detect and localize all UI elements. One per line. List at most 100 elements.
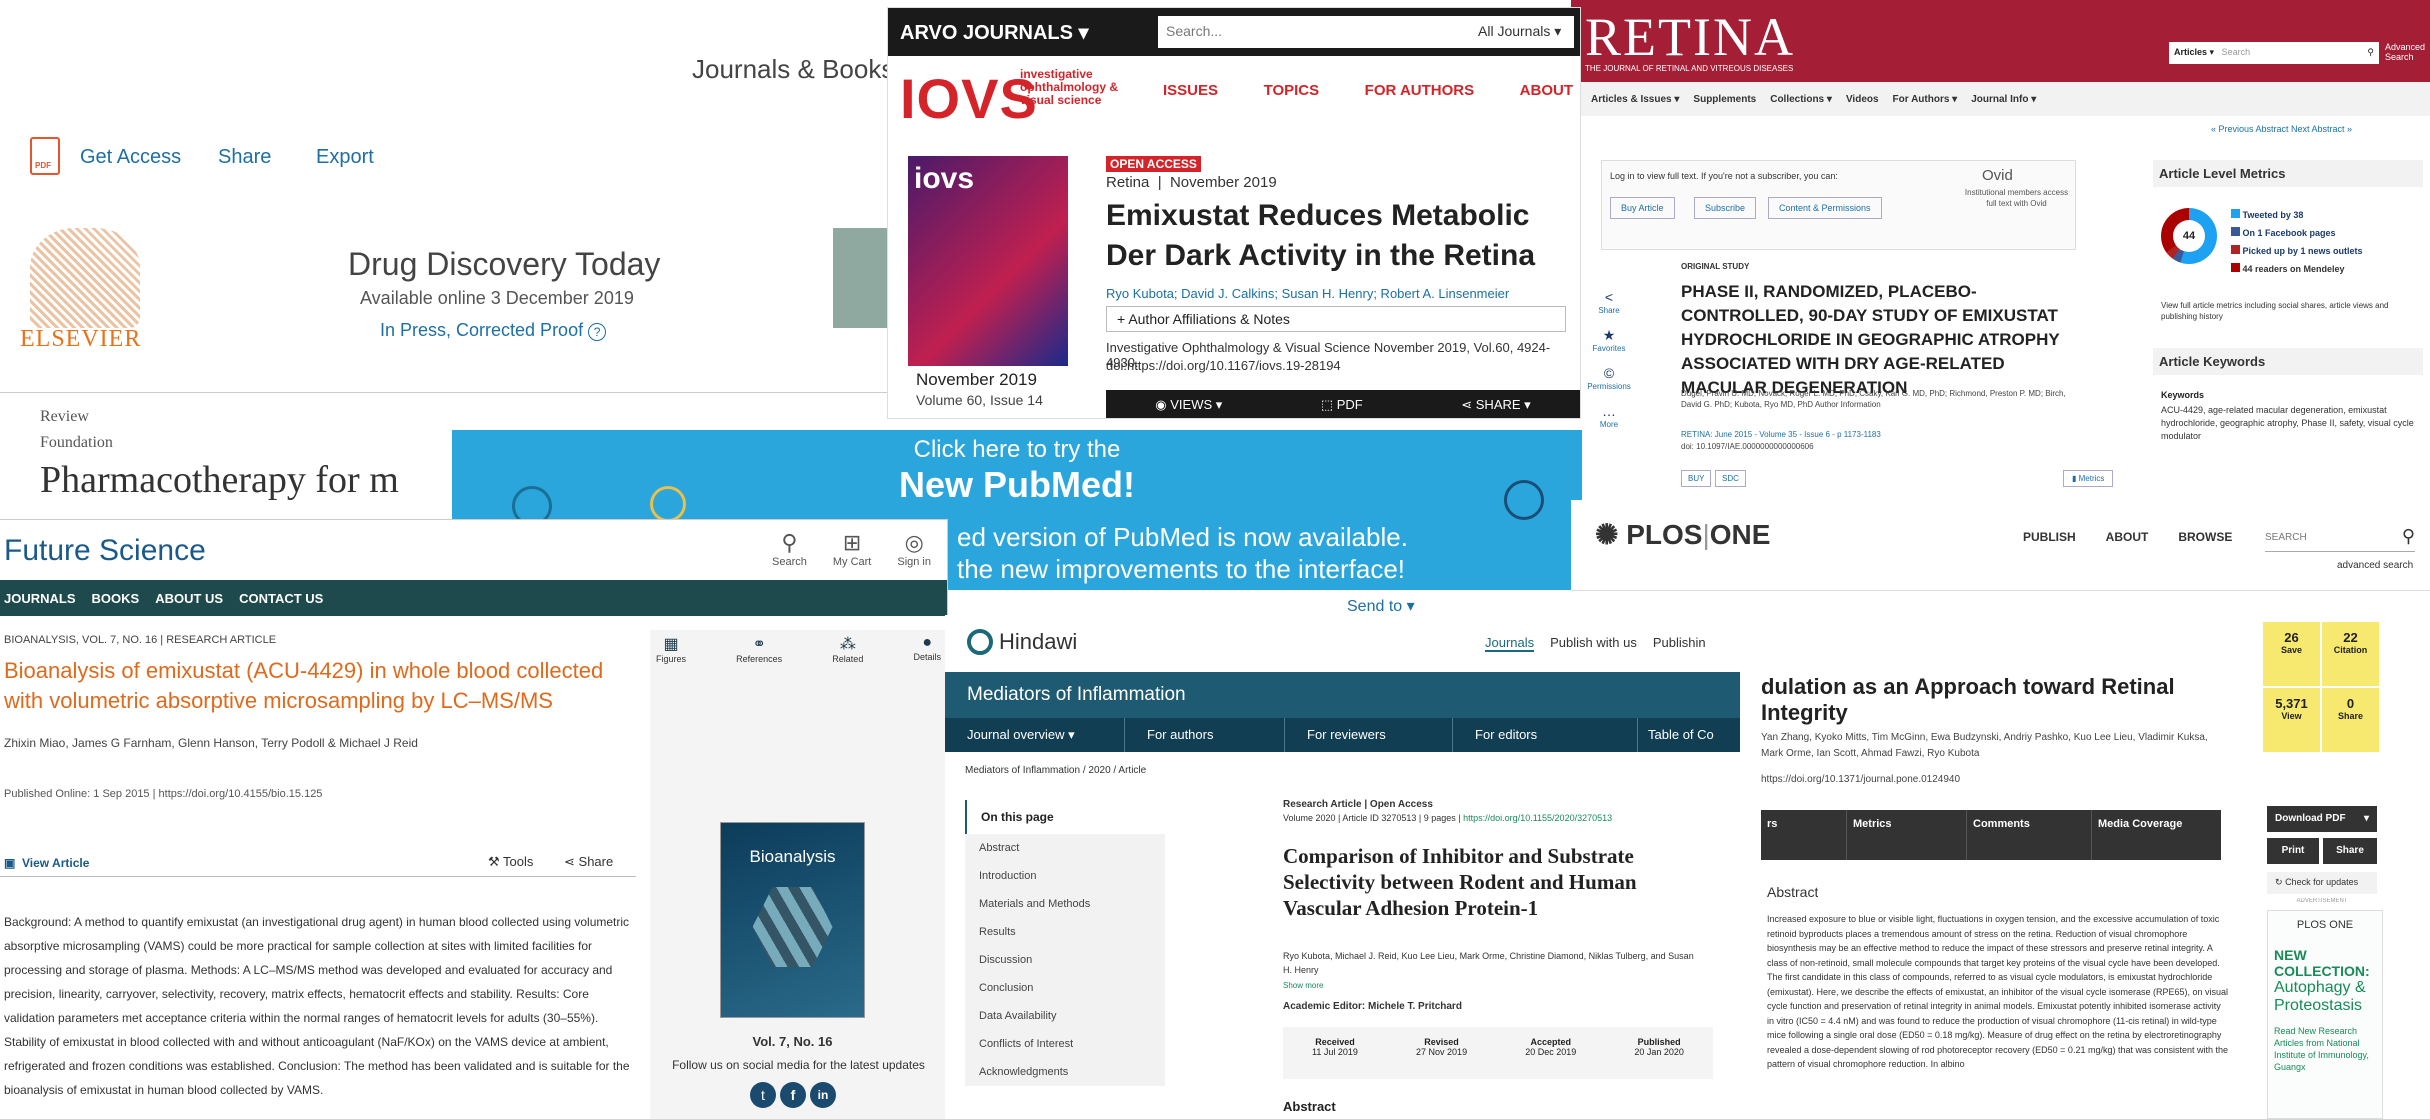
tab-references[interactable]: ⚭ References: [736, 634, 782, 664]
content-permissions-button[interactable]: Content & Permissions: [1768, 197, 1882, 219]
nav-collections[interactable]: Collections ▾: [1770, 94, 1832, 105]
nav-contact[interactable]: CONTACT US: [239, 591, 323, 606]
stat-save[interactable]: 26 Save: [2263, 622, 2320, 686]
toc-acknowledgments[interactable]: Acknowledgments: [965, 1058, 1165, 1086]
metric-twitter[interactable]: Tweeted by 38: [2231, 206, 2363, 224]
nav-publishing[interactable]: Publishin: [1653, 635, 1706, 652]
affiliations-toggle[interactable]: + Author Affiliations & Notes: [1106, 306, 1566, 332]
nav-about[interactable]: ABOUT: [2106, 530, 2149, 544]
nav-journals[interactable]: Journals: [1485, 635, 1535, 652]
toc-results[interactable]: Results: [965, 918, 1165, 946]
login-text[interactable]: Log in to view full text. If you're not …: [1610, 171, 1838, 181]
nav-publish[interactable]: PUBLISH: [2023, 530, 2076, 544]
tab-metrics[interactable]: Metrics: [1846, 810, 1966, 860]
nav-articles[interactable]: Articles & Issues ▾: [1591, 94, 1679, 105]
doi-link[interactable]: https://doi.org/10.1155/2020/3270513: [1463, 813, 1612, 823]
search-icon[interactable]: ⚲: [2402, 526, 2415, 547]
show-more-link[interactable]: Show more: [1283, 981, 1323, 990]
nav-for-authors[interactable]: For Authors ▾: [1893, 94, 1958, 105]
authors[interactable]: Dugel, Pravin U. MD; Novack, Roger L. MD…: [1681, 388, 2081, 410]
in-press-link[interactable]: In Press, Corrected Proof ?: [380, 320, 607, 341]
plos-ad[interactable]: PLOS ONE NEW COLLECTION: Autophagy & Pro…: [2267, 910, 2383, 1119]
advanced-search-link[interactable]: Advanced Search: [2385, 42, 2429, 62]
pdf-button[interactable]: ⬚ PDF: [1321, 397, 1363, 413]
retina-logo[interactable]: RETINA: [1585, 6, 1795, 68]
advanced-search-link[interactable]: advanced search: [2337, 560, 2413, 571]
download-pdf-button[interactable]: Download PDF ▾: [2267, 806, 2377, 832]
journal-name[interactable]: Drug Discovery Today: [348, 246, 660, 283]
toc-discussion[interactable]: Discussion: [965, 946, 1165, 974]
nav-for-editors[interactable]: For editors: [1453, 718, 1638, 752]
facebook-icon[interactable]: f: [780, 1082, 806, 1108]
journals-books-link[interactable]: Journals & Books: [692, 54, 894, 85]
arvo-search-input[interactable]: Search... All Journals ▾: [1158, 16, 1574, 48]
nav-for-authors[interactable]: For authors: [1125, 718, 1285, 752]
stat-share[interactable]: 0 Share: [2322, 688, 2379, 752]
nav-videos[interactable]: Videos: [1846, 94, 1879, 105]
subscribe-button[interactable]: Subscribe: [1694, 197, 1757, 219]
nav-about[interactable]: ABOUT: [1520, 82, 1573, 99]
arvo-brand[interactable]: ARVO JOURNALS ▾: [900, 20, 1089, 45]
tab-details[interactable]: ● Details: [913, 634, 941, 664]
scope-select[interactable]: All Journals ▾: [1478, 23, 1561, 40]
toc-methods[interactable]: Materials and Methods: [965, 890, 1165, 918]
views-button[interactable]: ◉ VIEWS ▾: [1155, 397, 1222, 413]
ovid-text[interactable]: Institutional members access full text w…: [1964, 187, 2069, 209]
tab-media[interactable]: Media Coverage: [2091, 810, 2221, 860]
share-button[interactable]: ⋖ SHARE ▾: [1461, 397, 1530, 413]
share-link[interactable]: Share: [218, 146, 271, 169]
favorites-action[interactable]: ★ Favorites: [1579, 328, 1639, 356]
buy-article-button[interactable]: Buy Article: [1610, 197, 1675, 219]
authors[interactable]: Zhixin Miao, James G Farnham, Glenn Hans…: [4, 736, 418, 750]
send-to-button[interactable]: Send to ▾: [1347, 596, 1415, 616]
plos-logo[interactable]: ✺ PLOS|ONE: [1595, 518, 1770, 551]
tools-button[interactable]: ⚒ Tools: [488, 854, 533, 870]
authors[interactable]: Yan Zhang, Kyoko Mitts, Tim McGinn, Ewa …: [1761, 730, 2231, 762]
metric-news[interactable]: Picked up by 1 news outlets: [2231, 242, 2363, 260]
authors[interactable]: Ryo Kubota, Michael J. Reid, Kuo Lee Lie…: [1283, 949, 1703, 977]
metrics-link[interactable]: View full article metrics including soci…: [2161, 300, 2426, 322]
share-button[interactable]: ⋖ Share: [564, 854, 613, 870]
linkedin-icon[interactable]: in: [810, 1082, 836, 1108]
retina-search[interactable]: Articles ▾ Search ⚲: [2169, 42, 2379, 64]
future-science-logo[interactable]: Future Science: [4, 534, 206, 568]
hindawi-logo[interactable]: Hindawi: [999, 629, 1077, 655]
sdc-tag[interactable]: SDC: [1715, 470, 1746, 487]
permissions-action[interactable]: © Permissions: [1579, 366, 1639, 394]
authors[interactable]: Ryo Kubota; David J. Calkins; Susan H. H…: [1106, 286, 1509, 301]
nav-journals[interactable]: JOURNALS: [4, 591, 76, 606]
twitter-icon[interactable]: t: [750, 1082, 776, 1108]
altmetric-donut[interactable]: 44: [2161, 208, 2217, 264]
nav-browse[interactable]: BROWSE: [2178, 530, 2232, 544]
plos-search-input[interactable]: SEARCH ⚲: [2265, 522, 2415, 552]
citation[interactable]: RETINA: June 2015 - Volume 35 - Issue 6 …: [1681, 430, 1881, 439]
nav-for-authors[interactable]: FOR AUTHORS: [1365, 82, 1474, 99]
nav-journal-info[interactable]: Journal Info ▾: [1971, 94, 2036, 105]
toc-introduction[interactable]: Introduction: [965, 862, 1165, 890]
print-button[interactable]: Print: [2267, 838, 2319, 864]
tab-figures[interactable]: ▦ Figures: [656, 634, 686, 664]
search-button[interactable]: ⚲ Search: [772, 530, 807, 568]
nav-overview[interactable]: Journal overview ▾: [945, 718, 1125, 752]
toc-conclusion[interactable]: Conclusion: [965, 974, 1165, 1002]
cart-button[interactable]: ⊞ My Cart: [833, 530, 872, 568]
export-link[interactable]: Export: [316, 146, 374, 169]
iovs-logo[interactable]: IOVS: [900, 66, 1038, 131]
nav-books[interactable]: BOOKS: [92, 591, 140, 606]
toc-conflicts[interactable]: Conflicts of Interest: [965, 1030, 1165, 1058]
check-updates-button[interactable]: ↻ Check for updates: [2267, 872, 2377, 894]
get-access-link[interactable]: Get Access: [80, 146, 181, 169]
tab-comments[interactable]: Comments: [1966, 810, 2091, 860]
stat-view[interactable]: 5,371 View: [2263, 688, 2320, 752]
breadcrumb[interactable]: Mediators of Inflammation / 2020 / Artic…: [965, 765, 1146, 776]
stat-citation[interactable]: 22 Citation: [2322, 622, 2379, 686]
journal-name[interactable]: Mediators of Inflammation: [967, 684, 1186, 706]
buy-tag[interactable]: BUY: [1681, 470, 1712, 487]
nav-topics[interactable]: TOPICS: [1264, 82, 1320, 99]
sign-in-button[interactable]: ◎ Sign in: [897, 530, 931, 568]
nav-for-reviewers[interactable]: For reviewers: [1285, 718, 1453, 752]
prev-next-links[interactable]: « Previous Abstract Next Abstract »: [2211, 124, 2352, 134]
metric-facebook[interactable]: On 1 Facebook pages: [2231, 224, 2363, 242]
more-action[interactable]: … More: [1579, 404, 1639, 432]
bioanalysis-cover[interactable]: Bioanalysis: [720, 822, 865, 1018]
